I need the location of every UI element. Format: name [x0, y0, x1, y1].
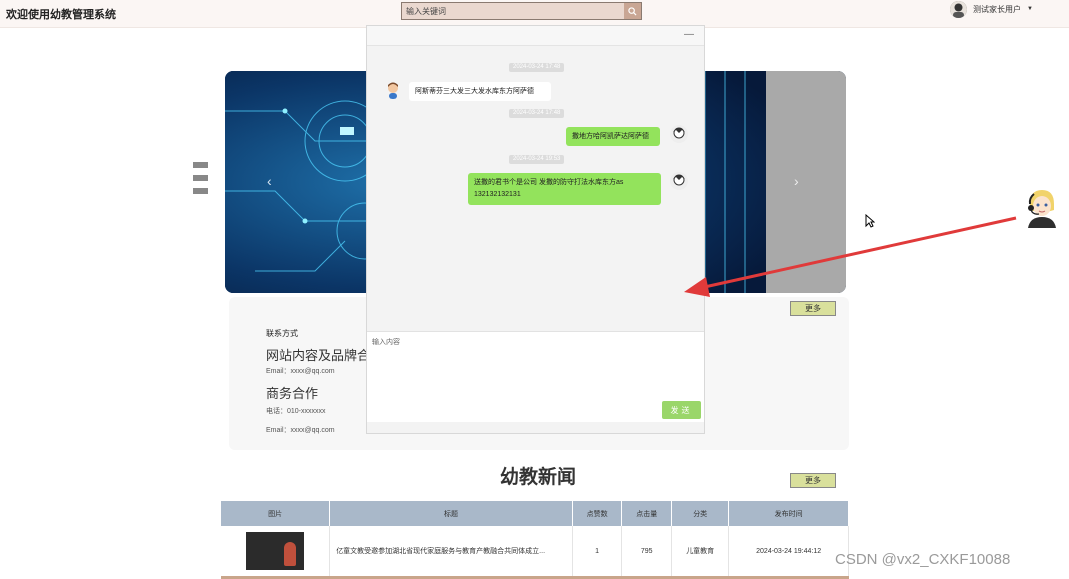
news-section-title: 幼教新闻 [500, 467, 577, 488]
chat-input-area: 发送 [367, 331, 704, 422]
user-menu[interactable]: 测试家长用户 ▼ [950, 0, 1033, 18]
chat-dialog: — 2024-03-24 17:48 阿斯蒂芬三大发三大发水库东方阿萨德 202… [366, 25, 705, 434]
minimize-button[interactable]: — [684, 29, 694, 40]
message-timestamp: 2024-03-24 17:48 [509, 109, 565, 118]
search-box [401, 2, 642, 20]
sender-avatar [384, 81, 402, 99]
table-header-row: 图片 标题 点赞数 点击量 分类 发布时间 [221, 501, 849, 526]
column-header: 点赞数 [572, 501, 623, 526]
news-views-cell: 795 [621, 526, 673, 579]
hamburger-bar [193, 162, 208, 168]
mouse-cursor-icon [865, 214, 875, 228]
send-button[interactable]: 发送 [662, 401, 701, 419]
contact-block2-title: 商务合作 [266, 386, 319, 401]
contact-heading: 联系方式 [266, 329, 298, 338]
support-agent-icon [1028, 190, 1056, 228]
column-header: 分类 [671, 501, 730, 526]
carousel-prev-button[interactable]: ‹ [267, 173, 272, 189]
column-header: 点击量 [621, 501, 673, 526]
chat-titlebar: — [367, 26, 704, 46]
hamburger-bar [193, 175, 208, 181]
chat-message-input[interactable] [367, 332, 704, 392]
news-title-cell[interactable]: 亿童文教受邀参加湖北省现代家庭服务与教育产教融合共同体成立... [329, 526, 573, 579]
customer-service-button[interactable] [1024, 188, 1060, 228]
search-input[interactable] [402, 3, 624, 19]
avatar [950, 0, 967, 18]
news-thumbnail[interactable] [246, 532, 305, 570]
top-header: 欢迎使用幼教管理系统 测试家长用户 ▼ [0, 0, 1069, 28]
caret-down-icon: ▼ [1027, 6, 1033, 12]
table-row[interactable]: 亿童文教受邀参加湖北省现代家庭服务与教育产教融合共同体成立... 1 795 儿… [221, 526, 849, 579]
column-header: 标题 [329, 501, 573, 526]
hamburger-bar [193, 188, 208, 194]
chat-message-bubble: 撒地方哈阿凯萨达阿萨德 [566, 127, 660, 146]
watermark: CSDN @vx2_CXKF10088 [835, 551, 1011, 568]
contact-block2-phone: 电话：010-xxxxxxx [266, 408, 326, 415]
column-header: 发布时间 [728, 501, 849, 526]
contact-more-button[interactable]: 更多 [790, 301, 836, 316]
contact-block2-email: Email：xxxx@qq.com [266, 427, 335, 434]
carousel-next-button[interactable]: › [794, 173, 799, 189]
news-category-cell: 儿童教育 [671, 526, 730, 579]
message-timestamp: 2024-03-24 19:53 [509, 155, 565, 164]
contact-block1-title: 网站内容及品牌合 [266, 348, 371, 363]
message-timestamp: 2024-03-24 17:48 [509, 63, 565, 72]
search-icon [628, 6, 637, 16]
column-header: 图片 [221, 501, 331, 526]
news-more-button[interactable]: 更多 [790, 473, 836, 488]
news-date-cell: 2024-03-24 19:44:12 [728, 526, 849, 579]
banner-next-slide [766, 71, 846, 293]
contact-block1-email: Email：xxxx@qq.com [266, 368, 335, 375]
news-thumbnail-cell [221, 526, 331, 579]
user-chat-avatar [670, 172, 688, 190]
user-name: 测试家长用户 [973, 4, 1021, 14]
menu-toggle-button[interactable] [193, 162, 208, 201]
chat-message-bubble: 送撒的君书个是公司 发撒的防守打法水库东方as 132132132131 [468, 173, 661, 205]
user-chat-avatar [670, 125, 688, 143]
news-table: 图片 标题 点赞数 点击量 分类 发布时间 亿童文教受邀参加湖北省现代家庭服务与… [221, 501, 849, 579]
news-likes-cell: 1 [572, 526, 623, 579]
site-title: 欢迎使用幼教管理系统 [6, 9, 116, 21]
search-button[interactable] [624, 3, 641, 19]
chat-message-bubble: 阿斯蒂芬三大发三大发水库东方阿萨德 [409, 82, 551, 101]
